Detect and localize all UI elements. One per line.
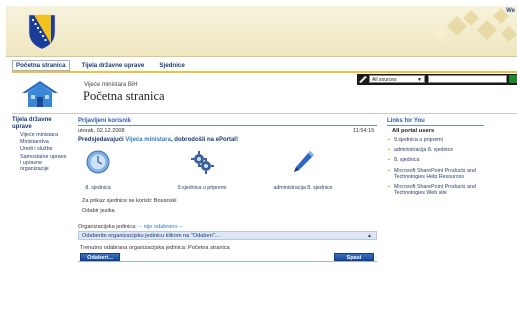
webpart-divider bbox=[78, 125, 377, 126]
gears-icon bbox=[191, 151, 214, 174]
breadcrumb-parent[interactable]: Vijeće ministara BiH bbox=[84, 82, 138, 88]
current-time: 11:54:15 bbox=[353, 128, 375, 134]
link-text: Microsoft SharePoint Products and Techno… bbox=[394, 167, 476, 180]
greeting: Predsjedavajući Vijeća ministara, dobrod… bbox=[78, 137, 238, 143]
home-house-icon bbox=[22, 81, 58, 107]
bullet-icon: ▪ bbox=[388, 184, 390, 191]
clock-globe-icon bbox=[86, 150, 110, 174]
search-input[interactable] bbox=[428, 75, 507, 83]
link-item[interactable]: ▪ Microsoft SharePoint Products and Techn… bbox=[388, 184, 488, 196]
links-title: Links for You bbox=[387, 118, 425, 124]
link-item[interactable]: ▪ 8. sjednica bbox=[388, 157, 488, 163]
tile-admin-session-8[interactable]: administracija 8. sjednice bbox=[268, 150, 338, 191]
tile-session-9-prep[interactable]: 9.sjednica u pripremi bbox=[167, 150, 237, 191]
left-nav: Tijela državne uprave Vijeće ministara M… bbox=[12, 117, 68, 172]
tile-label: administracija 8. sjednice bbox=[273, 185, 333, 191]
tab-home[interactable]: Početna stranica bbox=[12, 60, 70, 71]
bullet-icon: ▪ bbox=[388, 137, 390, 143]
logged-user-title: Prijavljeni korisnik bbox=[78, 118, 132, 124]
tile-session-8[interactable]: 8. sjednica bbox=[63, 150, 133, 191]
title-divider bbox=[12, 113, 517, 114]
welcome-text[interactable]: We bbox=[506, 8, 515, 14]
chevron-down-icon: ▼ bbox=[417, 77, 422, 83]
current-date: utorak, 02.12.2008 bbox=[78, 128, 125, 134]
save-button[interactable]: Spasi bbox=[334, 253, 374, 261]
pen-icon bbox=[294, 151, 314, 172]
decorative-diamonds bbox=[433, 8, 517, 42]
chevron-up-icon: ▲ bbox=[367, 233, 372, 239]
org-unit-label: Organizacijska jedinica: bbox=[78, 224, 139, 230]
left-nav-item-ministries[interactable]: Ministarstva bbox=[12, 139, 68, 145]
page-title: Početna stranica bbox=[83, 89, 165, 103]
bullet-icon: ▪ bbox=[388, 157, 390, 164]
language-info: Za prikaz sjednice se koristi: Bosanski bbox=[82, 198, 177, 204]
org-unit-line: Organizacijska jedinica: -- nije odabran… bbox=[78, 224, 183, 230]
bih-coat-of-arms-icon bbox=[28, 14, 56, 50]
link-item[interactable]: ▪ 9.sjednica u pripremi bbox=[388, 137, 488, 143]
bullet-icon: ▪ bbox=[388, 147, 390, 154]
bullet-icon: ▪ bbox=[388, 167, 390, 174]
search-scope-value: All sources bbox=[372, 77, 397, 83]
links-group: All portal users bbox=[392, 128, 435, 134]
greeting-org: Vijeća ministara bbox=[125, 137, 171, 143]
org-unit-prompt: Odaberite organizacijsku jedinicu klikom… bbox=[82, 233, 220, 239]
link-item[interactable]: ▪ administracija 8. sjednice bbox=[388, 147, 488, 153]
choose-language-link[interactable]: Odabir jezika bbox=[82, 208, 115, 214]
tile-label: 9.sjednica u pripremi bbox=[177, 185, 227, 191]
top-nav: Početna stranica Tijela državne uprave S… bbox=[12, 60, 517, 71]
link-text: administracija 8. sjednice bbox=[394, 147, 454, 154]
left-nav-item-council[interactable]: Vijeće ministara bbox=[12, 132, 68, 138]
org-unit-value: -- nije odabrano -- bbox=[138, 224, 183, 230]
search-go-button[interactable] bbox=[509, 75, 517, 83]
greeting-prefix: Predsjedavajući bbox=[78, 137, 126, 143]
org-unit-current: Trenutno odabrana organizacijska jedinic… bbox=[80, 245, 230, 251]
link-text: Microsoft SharePoint Products and Techno… bbox=[394, 184, 476, 197]
tab-government-bodies[interactable]: Tijela državne uprave bbox=[79, 61, 148, 70]
select-button[interactable]: Odaberi... bbox=[80, 253, 120, 261]
left-nav-heading[interactable]: Tijela državne uprave bbox=[12, 117, 68, 131]
tab-sessions[interactable]: Sjednice bbox=[156, 61, 187, 70]
link-item[interactable]: ▪ Microsoft SharePoint Products and Techn… bbox=[388, 168, 488, 180]
search-scope-icon bbox=[359, 76, 367, 83]
links-divider bbox=[387, 125, 484, 126]
left-nav-item-offices[interactable]: Uredi i službe bbox=[12, 146, 68, 152]
greeting-suffix: , dobrodošli na ePortal! bbox=[170, 137, 238, 143]
button-divider bbox=[78, 261, 377, 262]
search-scope-select[interactable]: All sources ▼ bbox=[369, 75, 425, 83]
tile-label: 8. sjednica bbox=[85, 185, 111, 191]
org-unit-selector[interactable]: Odaberite organizacijsku jedinicu klikom… bbox=[78, 231, 377, 240]
link-text: 8. sjednica bbox=[394, 157, 420, 164]
left-nav-item-independent[interactable]: Samostalne uprave i upravne organizacije bbox=[12, 154, 68, 173]
site-header: We bbox=[6, 6, 517, 57]
nav-divider bbox=[12, 71, 517, 73]
page: We Početna stranica Tijela državne uprav… bbox=[0, 0, 517, 329]
links-list: ▪ 9.sjednica u pripremi ▪ administracija 8… bbox=[388, 137, 488, 200]
link-text: 9.sjednica u pripremi bbox=[394, 137, 443, 143]
